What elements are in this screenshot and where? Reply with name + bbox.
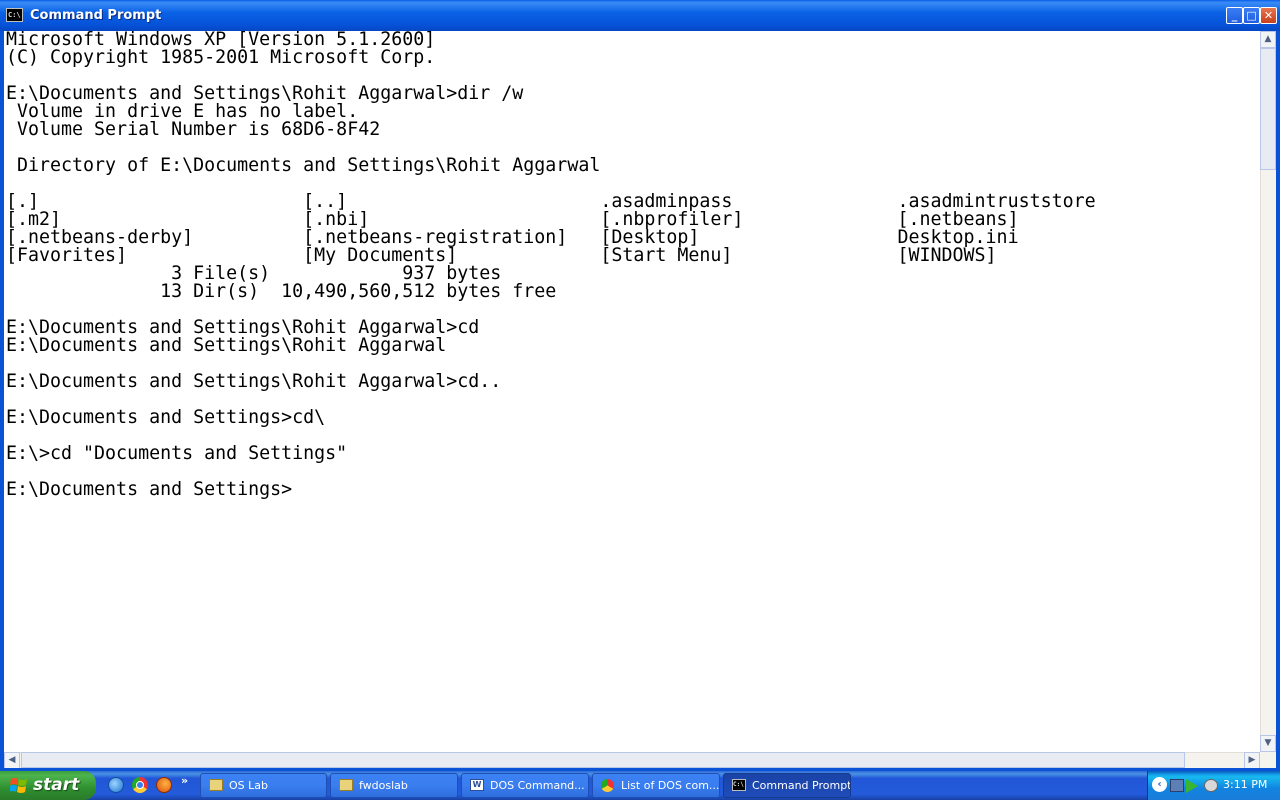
scroll-up-arrow-icon[interactable]: ▲ <box>1260 31 1276 48</box>
window-title: Command Prompt <box>30 8 162 23</box>
media-player-icon[interactable] <box>1186 779 1198 793</box>
console-line: E:\Documents and Settings\Rohit Aggarwal… <box>6 371 502 392</box>
task-button-fwdoslab[interactable]: fwdoslab <box>330 773 458 798</box>
vertical-scrollbar[interactable]: ▲ ▼ <box>1260 31 1276 752</box>
volume-icon[interactable] <box>1204 779 1218 792</box>
show-hidden-icons-arrow-icon[interactable]: ‹ <box>1152 777 1167 792</box>
console-line: E:\>cd "Documents and Settings" <box>6 443 348 464</box>
task-button-os-lab[interactable]: OS Lab <box>200 773 327 798</box>
minimize-button[interactable]: _ <box>1226 7 1243 24</box>
start-button[interactable]: start <box>0 771 96 800</box>
command-prompt-icon[interactable]: C:\ <box>6 8 23 22</box>
console-line: (C) Copyright 1985-2001 Microsoft Corp. <box>6 47 436 68</box>
scroll-down-arrow-icon[interactable]: ▼ <box>1260 735 1276 752</box>
scroll-right-arrow-icon[interactable]: ▶ <box>1244 752 1260 769</box>
console-line: 13 Dir(s) 10,490,560,512 bytes free <box>6 281 557 302</box>
window-title-bar[interactable]: C:\ Command Prompt _ □ ✕ <box>0 0 1280 31</box>
maximize-button[interactable]: □ <box>1243 7 1260 24</box>
chrome-icon <box>601 779 614 792</box>
firefox-icon[interactable] <box>156 777 172 793</box>
horizontal-scrollbar[interactable]: ◀ ▶ <box>4 752 1260 769</box>
word-document-icon: W <box>470 779 484 791</box>
start-label: start <box>33 775 80 795</box>
taskbar: start » OS Lab fwdoslab W DOS Command...… <box>0 771 1280 800</box>
task-button-list-of-dos-commands[interactable]: List of DOS com... <box>592 773 720 798</box>
task-label: Command Prompt <box>752 779 851 792</box>
folder-icon <box>209 779 223 791</box>
window-frame-right <box>1276 31 1280 769</box>
folder-icon <box>339 779 353 791</box>
console-output-area[interactable]: Microsoft Windows XP [Version 5.1.2600](… <box>4 31 1260 752</box>
task-label: OS Lab <box>229 779 268 792</box>
command-prompt-icon: C:\ <box>732 779 746 791</box>
internet-explorer-icon[interactable] <box>108 777 124 793</box>
chrome-icon[interactable] <box>132 777 148 793</box>
system-tray: ‹ 3:11 PM <box>1147 771 1280 800</box>
console-line: Volume Serial Number is 68D6-8F42 <box>6 119 381 140</box>
task-button-dos-command[interactable]: W DOS Command... <box>461 773 589 798</box>
network-icon[interactable] <box>1170 779 1184 792</box>
quicklaunch-more-icon[interactable]: » <box>181 774 188 787</box>
console-line: E:\Documents and Settings>cd\ <box>6 407 326 428</box>
task-label: DOS Command... <box>490 779 585 792</box>
close-button[interactable]: ✕ <box>1260 7 1277 24</box>
scrollbar-corner <box>1260 752 1276 768</box>
clock[interactable]: 3:11 PM <box>1223 778 1267 791</box>
task-label: List of DOS com... <box>621 779 720 792</box>
console-line: E:\Documents and Settings> <box>6 479 293 500</box>
vertical-scroll-thumb[interactable] <box>1260 48 1276 170</box>
console-text: Microsoft Windows XP [Version 5.1.2600](… <box>4 31 1260 499</box>
scroll-left-arrow-icon[interactable]: ◀ <box>4 752 20 769</box>
console-line: Directory of E:\Documents and Settings\R… <box>6 155 601 176</box>
horizontal-scroll-thumb[interactable] <box>21 752 1185 768</box>
task-label: fwdoslab <box>359 779 408 792</box>
console-line: E:\Documents and Settings\Rohit Aggarwal <box>6 335 447 356</box>
windows-logo-icon <box>10 778 27 793</box>
task-button-command-prompt[interactable]: C:\ Command Prompt <box>723 773 851 798</box>
